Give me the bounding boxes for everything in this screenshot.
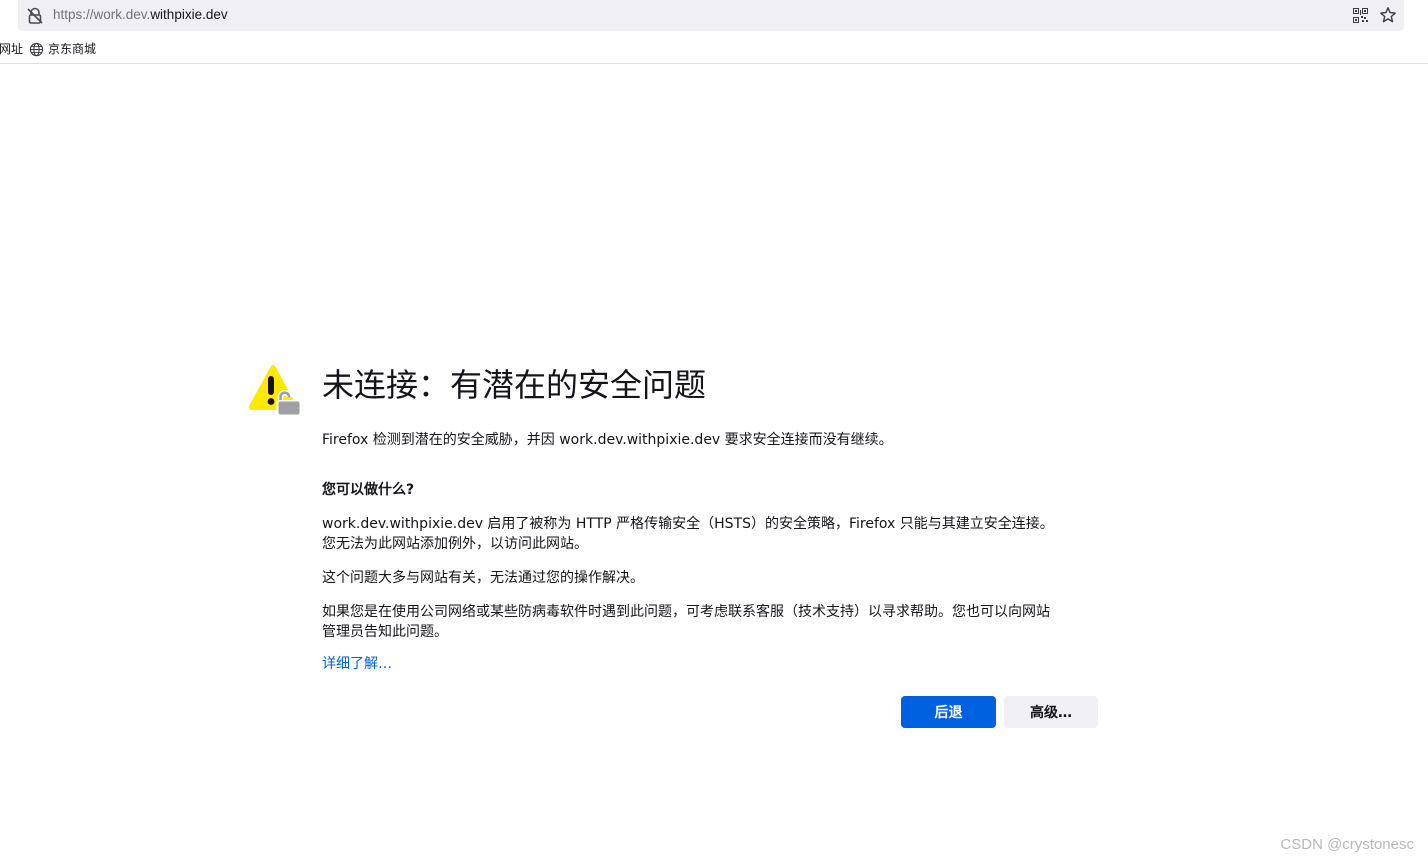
site-issue-text: 这个问题大多与网站有关，无法通过您的操作解决。 <box>322 570 644 586</box>
bookmarks-bar: 网址 京东商城 <box>0 36 1428 64</box>
watermark: CSDN @crystonesc <box>1280 836 1414 853</box>
hsts-line-1: work.dev.withpixie.dev 启用了被称为 HTTP 严格传输安… <box>322 516 1054 532</box>
intro-text: Firefox 检测到潜在的安全威胁，并因 work.dev.withpixie… <box>322 432 893 448</box>
advanced-button[interactable]: 高级… <box>1004 696 1098 728</box>
corporate-line-2: 管理员告知此问题。 <box>322 624 448 640</box>
warning-lock-icon <box>248 364 302 416</box>
hsts-line-2: 您无法为此网站添加例外，以访问此网站。 <box>322 536 588 552</box>
bookmark-item-cut[interactable]: 网址 <box>0 41 23 57</box>
bookmark-star-icon[interactable] <box>1379 6 1397 24</box>
corporate-line-1: 如果您是在使用公司网络或某些防病毒软件时遇到此问题，可考虑联系客服（技术支持）以… <box>322 604 1050 620</box>
hsts-explanation: work.dev.withpixie.dev 启用了被称为 HTTP 严格传输安… <box>322 514 1054 554</box>
globe-icon <box>29 42 44 56</box>
url-host: withpixie.dev <box>150 7 228 22</box>
qr-code-icon[interactable] <box>1353 8 1368 23</box>
insecure-lock-icon[interactable] <box>26 7 44 25</box>
corporate-network-text: 如果您是在使用公司网络或某些防病毒软件时遇到此问题，可考虑联系客服（技术支持）以… <box>322 602 1050 642</box>
url-text[interactable]: https://work.dev.withpixie.dev <box>53 6 228 24</box>
bookmark-label: 京东商城 <box>48 42 97 56</box>
url-bar[interactable]: https://work.dev.withpixie.dev <box>18 0 1404 31</box>
what-can-you-do-heading: 您可以做什么? <box>322 482 415 498</box>
back-button[interactable]: 后退 <box>901 696 996 728</box>
page-title: 未连接：有潜在的安全问题 <box>322 366 707 404</box>
bookmark-item-jd[interactable]: 京东商城 <box>29 41 96 57</box>
url-host-prefix: work.dev. <box>93 7 151 22</box>
learn-more-link[interactable]: 详细了解… <box>322 654 392 674</box>
url-scheme: https:// <box>53 7 94 22</box>
